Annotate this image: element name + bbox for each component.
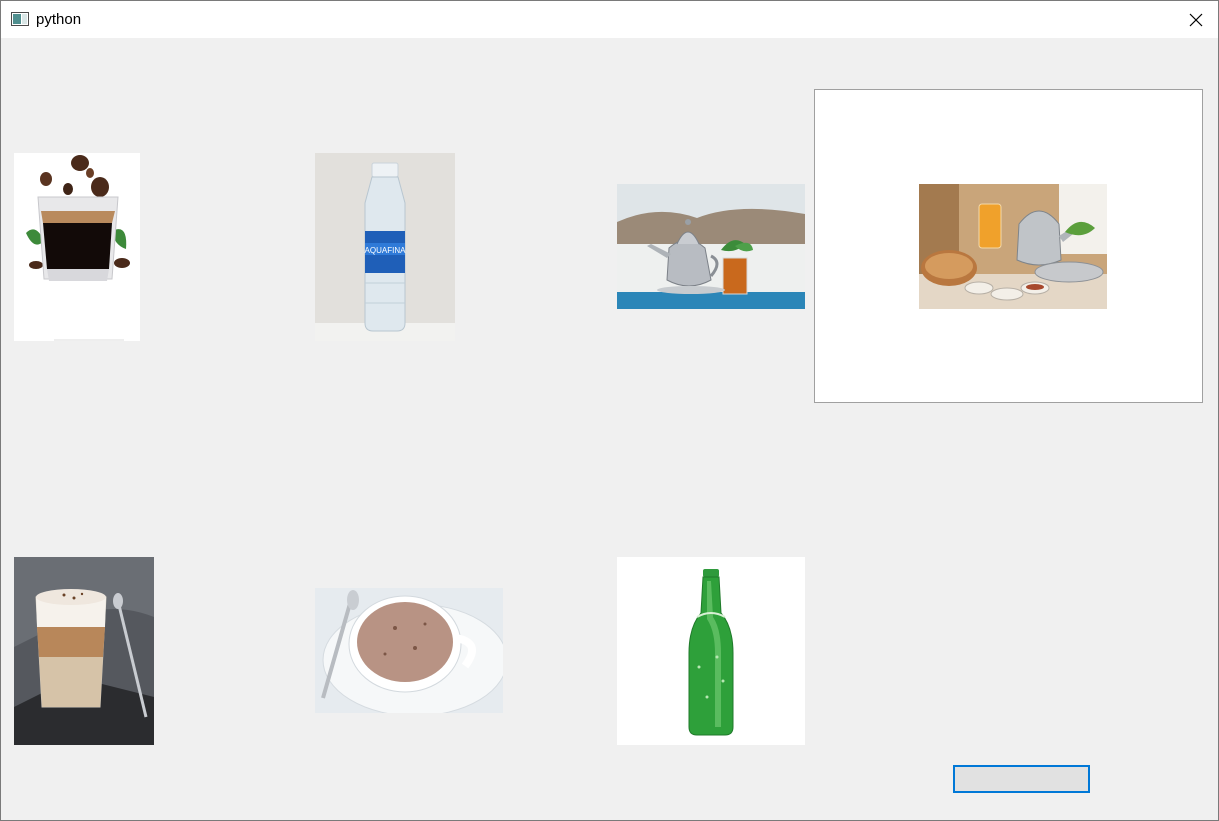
espresso-coffee-image (14, 153, 140, 341)
drink-image-espresso[interactable] (14, 153, 140, 341)
action-button[interactable] (953, 765, 1090, 793)
close-icon (1189, 13, 1203, 26)
window-title: python (36, 11, 82, 28)
title-bar[interactable]: python (1, 1, 1218, 38)
app-window: python AQUAFINA (0, 0, 1219, 821)
water-bottle-image: AQUAFINA (315, 153, 455, 341)
mint-tea-image (617, 184, 805, 309)
close-button[interactable] (1174, 1, 1218, 38)
water-bottle-label: AQUAFINA (365, 246, 407, 255)
app-window-icon (11, 12, 29, 26)
drink-image-hot-chocolate[interactable] (315, 588, 503, 713)
drink-image-water[interactable]: AQUAFINA (315, 153, 455, 341)
drink-image-soda[interactable] (617, 557, 805, 745)
hot-chocolate-image (315, 588, 503, 713)
drink-image-breakfast[interactable] (919, 184, 1107, 309)
latte-macchiato-image (14, 557, 154, 745)
moroccan-breakfast-image (919, 184, 1107, 309)
drink-image-mint-tea[interactable] (617, 184, 805, 309)
green-soda-bottle-image (617, 557, 805, 745)
drink-image-latte[interactable] (14, 557, 154, 745)
